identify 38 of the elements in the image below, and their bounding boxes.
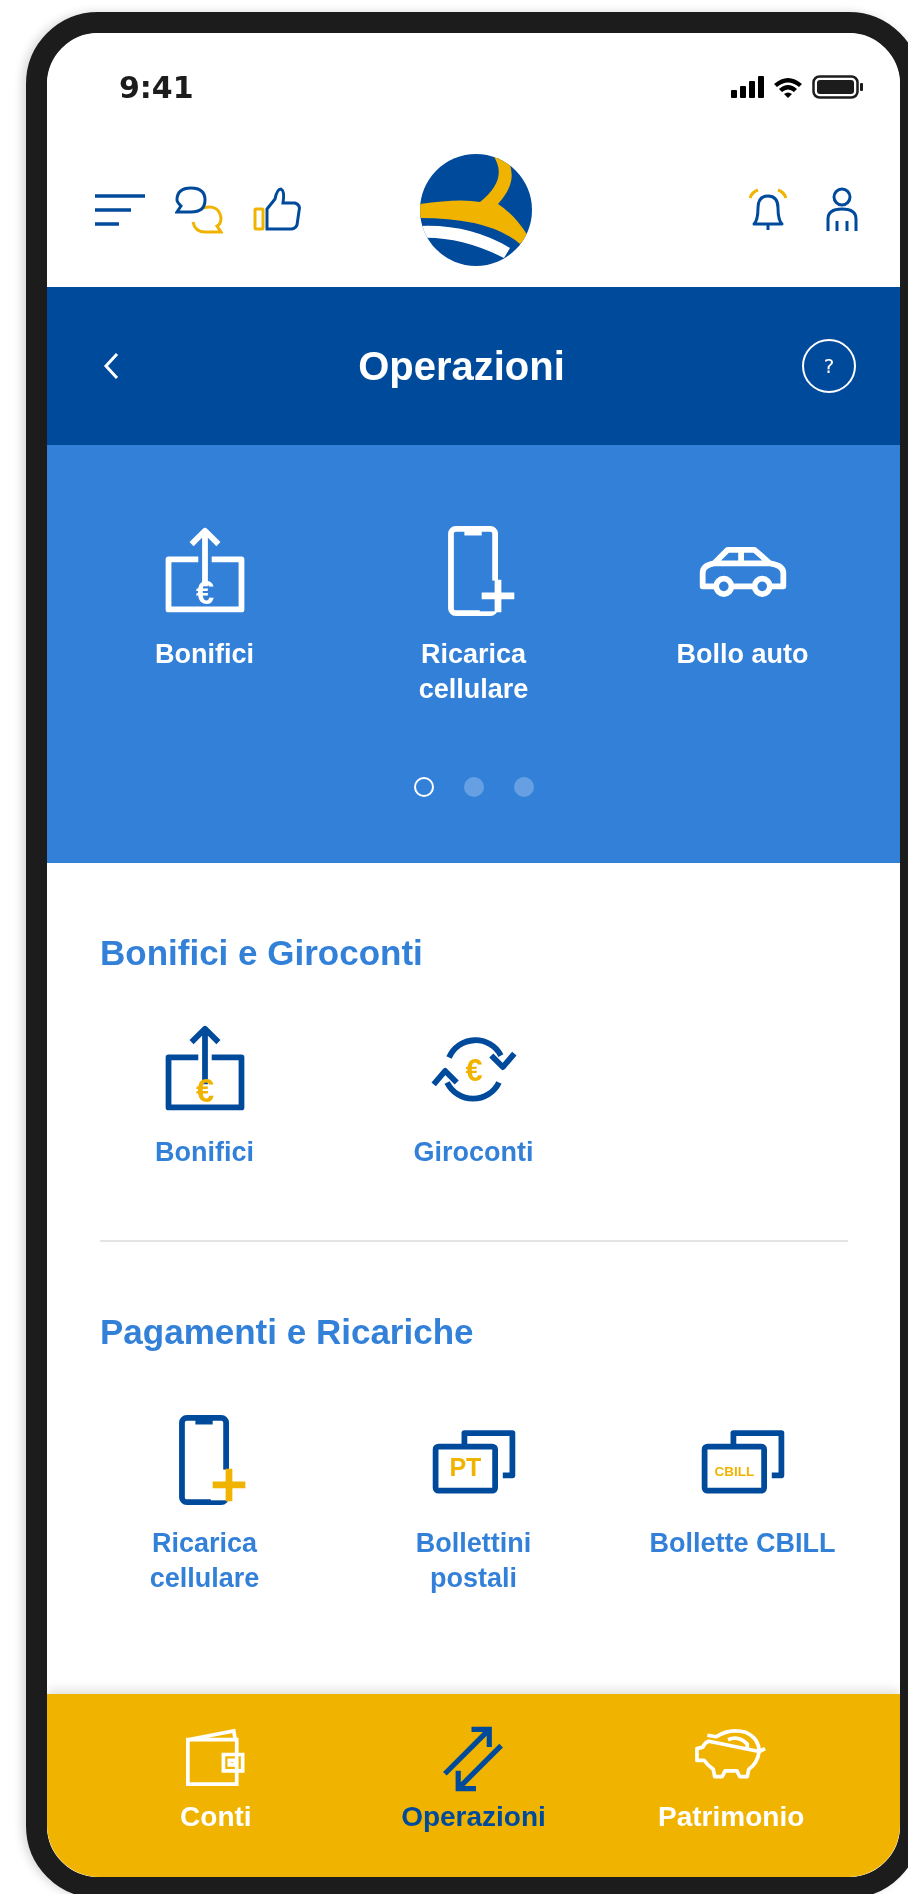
section-title: Bonifici e Giroconti [100,933,424,973]
user-icon[interactable] [826,187,858,233]
operation-tile[interactable]: Ricarica cellulare [70,1412,339,1596]
operation-tile[interactable]: PT Bollettini postali [339,1412,608,1596]
back-icon[interactable] [103,352,121,380]
thumbs-up-icon[interactable] [253,187,303,233]
operation-label: Bonifici [154,1136,255,1169]
nav-tab[interactable]: Operazioni [344,1694,603,1877]
wifi-icon [772,76,804,98]
bell-icon[interactable] [746,188,790,232]
page-indicator-dot[interactable] [413,777,434,797]
battery-icon [812,75,864,99]
chat-bubbles-icon[interactable] [175,186,223,234]
operation-label: Bollettini postali [414,1527,533,1595]
operation-tile[interactable]: € Giroconti [339,1021,608,1170]
operation-tile[interactable]: CBILL Bollette CBILL [608,1412,877,1596]
bill-label: PT [448,1453,481,1482]
operation-label: Giroconti [412,1136,535,1169]
shortcut-label: Bonifici [154,638,255,671]
euro-symbol: € [195,1071,214,1109]
shortcut-tile[interactable]: Ricarica cellulare [339,523,608,707]
status-time: 9:41 [119,68,194,105]
operation-label: Ricarica cellulare [148,1527,261,1595]
signal-icon [731,76,764,98]
shortcut-label: Ricarica cellulare [417,638,530,706]
page-title: Operazioni [358,343,565,389]
section-title: Pagamenti e Ricariche [100,1312,475,1352]
operation-label: Bollette CBILL [648,1527,837,1560]
logo-icon[interactable] [419,154,532,266]
page-indicator-dot[interactable] [463,777,484,797]
help-button[interactable]: ? [802,339,856,393]
menu-icon[interactable] [93,192,145,228]
operation-tile[interactable]: € Bonifici [70,1021,339,1170]
shortcut-label: Bollo auto [675,638,810,671]
page-indicator-dot[interactable] [513,777,534,797]
bill-label: CBILL [714,1464,754,1480]
euro-symbol: € [464,1052,483,1088]
shortcut-tile[interactable]: Bollo auto [608,523,877,707]
